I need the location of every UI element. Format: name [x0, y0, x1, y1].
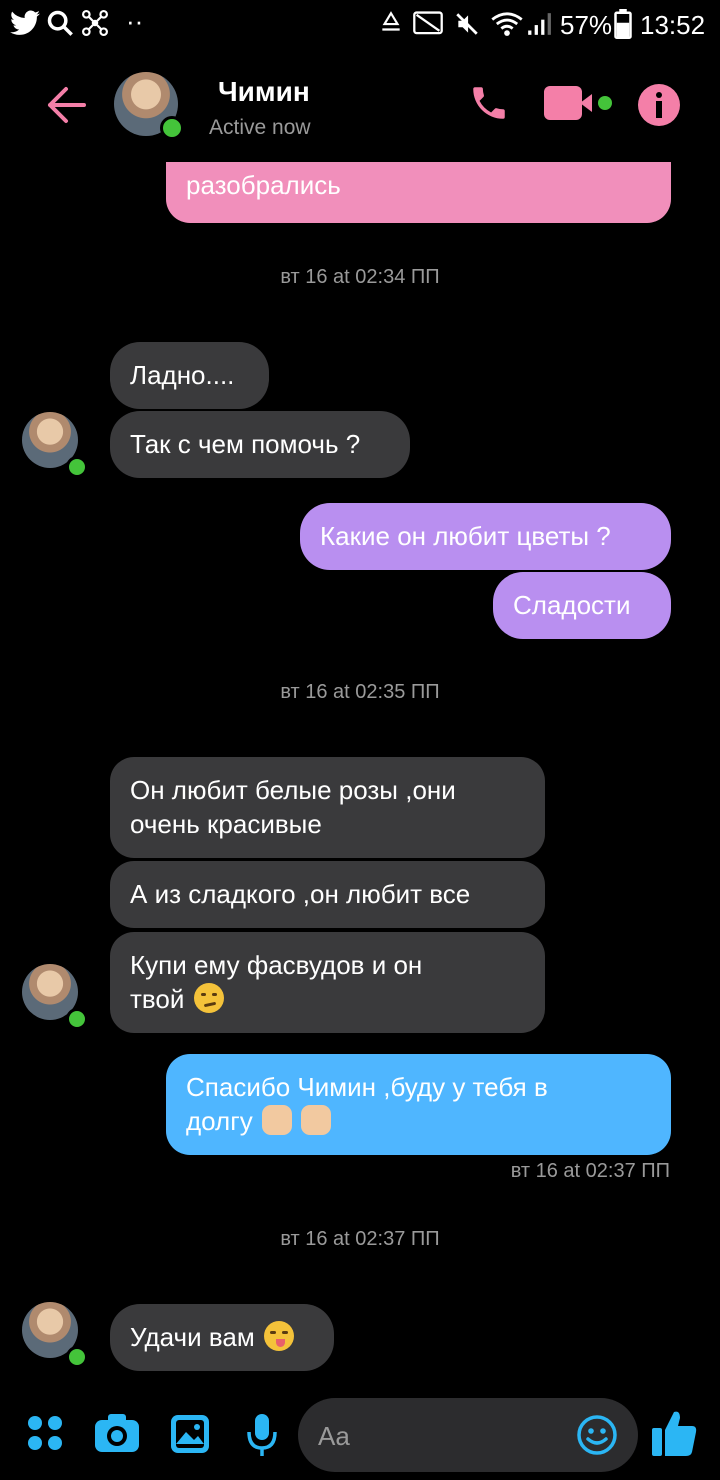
message-text-line: долгу [186, 1106, 253, 1136]
incoming-message[interactable]: А из сладкого ,он любит все [110, 861, 545, 928]
back-arrow-icon[interactable] [46, 86, 86, 124]
search-icon [47, 10, 73, 36]
apps-icon[interactable] [28, 1416, 64, 1452]
twitter-icon [10, 10, 40, 35]
battery-percent: 57% [560, 10, 613, 40]
message-text: Удачи вам [130, 1322, 255, 1352]
message-text: Ладно.... [130, 360, 235, 390]
like-icon[interactable] [650, 1408, 698, 1458]
message-text-line: Купи ему фасвудов и он [130, 950, 423, 980]
contact-status: Active now [209, 116, 311, 139]
fist-bump-emoji-icon [261, 1105, 292, 1135]
timestamp: вт 16 at 02:35 ПП [280, 681, 440, 703]
incoming-message[interactable]: Купи ему фасвудов и он твой [110, 932, 545, 1033]
mic-icon[interactable] [246, 1412, 278, 1458]
message-text-line: очень красивые [130, 809, 322, 839]
message-time: вт 16 at 02:37 ПП [510, 1160, 670, 1182]
contact-name: Чимин [218, 76, 310, 107]
network-icon [82, 10, 108, 36]
battery-icon [614, 9, 632, 39]
mute-icon [456, 13, 478, 35]
fist-bump-emoji-icon [301, 1105, 332, 1135]
message-text: Сладости [513, 590, 631, 620]
message-text-line: твой [130, 984, 185, 1014]
message-text: разобрались [186, 170, 341, 200]
phone-icon[interactable] [468, 82, 510, 124]
online-indicator [66, 1008, 88, 1030]
outgoing-message[interactable]: Спасибо Чимин ,буду у тебя в долгу [166, 1054, 671, 1155]
yum-emoji-icon [263, 1321, 294, 1351]
info-icon[interactable] [638, 84, 680, 126]
wifi-icon [491, 12, 523, 36]
status-bar: ·· 57% 13:52 [0, 0, 720, 50]
incoming-message[interactable]: Он любит белые розы ,они очень красивые [110, 757, 545, 858]
timestamp: вт 16 at 02:37 ПП [280, 1228, 440, 1250]
timestamp: вт 16 at 02:34 ПП [280, 266, 440, 288]
cast-icon [413, 11, 443, 35]
incoming-message[interactable]: Удачи вам [110, 1304, 334, 1371]
message-input-placeholder: Aa [318, 1421, 350, 1451]
outgoing-message[interactable]: Какие он любит цветы ? [300, 503, 671, 570]
smirk-emoji-icon [193, 983, 224, 1013]
message-text-line: Спасибо Чимин ,буду у тебя в [186, 1072, 548, 1102]
video-icon[interactable] [544, 86, 614, 124]
online-indicator [66, 456, 88, 478]
incoming-message[interactable]: Так с чем помочь ? [110, 411, 410, 478]
message-text: Какие он любит цветы ? [320, 521, 611, 551]
incoming-message[interactable]: Ладно.... [110, 342, 269, 409]
message-text: А из сладкого ,он любит все [130, 879, 471, 909]
outgoing-message[interactable]: Сладости [493, 572, 671, 639]
chat-header: Чимин Active now [0, 50, 720, 162]
online-indicator [160, 116, 184, 140]
gallery-icon[interactable] [170, 1414, 210, 1454]
recycle-icon [382, 11, 400, 31]
more-dots-icon: ·· [126, 6, 144, 36]
status-time: 13:52 [640, 10, 706, 40]
camera-icon[interactable] [94, 1412, 140, 1454]
message-text-line: Он любит белые розы ,они [130, 775, 456, 805]
online-indicator [66, 1346, 88, 1368]
message-text: Так с чем помочь ? [130, 429, 361, 459]
signal-icon [528, 13, 551, 35]
emoji-icon[interactable] [576, 1414, 618, 1456]
